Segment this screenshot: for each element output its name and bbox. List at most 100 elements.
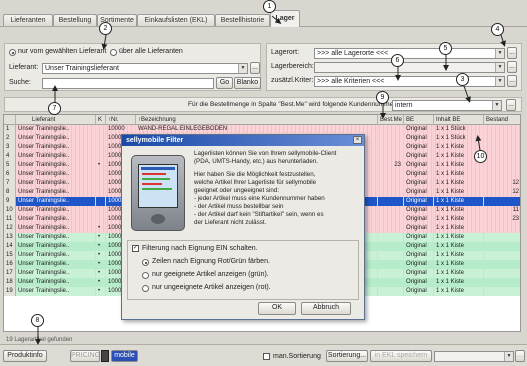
col-header-be[interactable]: BE — [404, 115, 434, 125]
in-ekl-button[interactable]: in EKL speichern — [370, 350, 432, 362]
cell-lieferant: Unser Trainingslie.. — [16, 134, 96, 143]
dialog-text-1: Lagerlisten können Sie von Ihrem sellymo… — [194, 150, 337, 157]
cell-k — [96, 215, 106, 224]
customer-number-more-button[interactable]: ... — [506, 99, 516, 111]
cell-inhalt: 1 x 1 Kiste — [434, 278, 484, 287]
radio-only-unsuitable-label: nur ungeeignete Artikel anzeigen (rot). — [152, 284, 271, 291]
cell-n: 13 — [4, 233, 16, 242]
filter-checkbox[interactable]: ✓ — [132, 245, 139, 252]
tab-bar: Lieferanten Bestellung Sortimente Einkau… — [0, 10, 527, 27]
ekl-more-button[interactable]: ... — [515, 350, 525, 362]
ok-button[interactable]: OK — [258, 302, 296, 315]
cell-k — [96, 170, 106, 179]
kriterien-select[interactable]: >>> alle Kriterien <<< ▼ — [314, 76, 505, 87]
col-header-k[interactable]: K — [96, 115, 106, 125]
cell-n: 7 — [4, 179, 16, 188]
cell-k: • — [96, 233, 106, 242]
cell-best: 23 — [378, 161, 404, 170]
cell-k — [96, 206, 106, 215]
supplier-select[interactable]: Unser Trainingslieferant ▼ — [42, 63, 248, 74]
close-icon[interactable]: × — [353, 136, 362, 144]
cell-n: 5 — [4, 161, 16, 170]
chevron-down-icon: ▼ — [238, 64, 247, 73]
cell-inhalt: 1 x 1 Kiste — [434, 179, 484, 188]
cell-n: 11 — [4, 215, 16, 224]
found-count: 19 Lagerartikel gefunden — [6, 337, 73, 343]
search-input[interactable] — [42, 78, 214, 89]
cell-be: Original — [404, 125, 434, 134]
chevron-down-icon: ▼ — [495, 63, 504, 72]
grid-header: Lieferant K ↑Nr. ↑Bezeichnung Best.Me BE… — [4, 115, 520, 125]
col-header-bezeichnung[interactable]: ↑Bezeichnung — [136, 115, 378, 125]
chevron-down-icon: ▼ — [492, 101, 501, 110]
mobile-button[interactable]: mobile — [111, 350, 138, 362]
dialog-text-3: Hier haben Sie die Möglichkeit festzuste… — [194, 171, 316, 178]
customer-number-value: intern — [395, 102, 413, 109]
radio-color-rows[interactable] — [142, 259, 149, 266]
cell-bestand — [484, 197, 520, 206]
cell-lieferant: Unser Trainingslie.. — [16, 152, 96, 161]
cell-best — [378, 242, 404, 251]
tab-bestellung[interactable]: Bestellung — [53, 14, 97, 26]
location-panel: Lagerort: >>> alle Lagerorte <<< ▼ ... L… — [266, 43, 522, 91]
cell-best — [378, 143, 404, 152]
kriterien-more-button[interactable]: ... — [507, 75, 517, 87]
tab-bestellhistorie[interactable]: Bestellhistorie — [215, 14, 270, 26]
cell-inhalt: 1 x 1 Kiste — [434, 233, 484, 242]
dialog-text-5: geeignet oder ungeeignet sind: — [194, 187, 279, 194]
cell-best — [378, 170, 404, 179]
tab-lager[interactable]: Lager — [270, 10, 300, 27]
cell-best — [378, 278, 404, 287]
cell-k: • — [96, 224, 106, 233]
blanko-button[interactable]: Blanko — [234, 77, 261, 89]
ekl-select[interactable]: ▼ — [434, 351, 514, 362]
filter-group: ✓ Filterung nach Eignung EIN schalten. Z… — [127, 240, 359, 300]
tab-lieferanten[interactable]: Lieferanten — [3, 14, 53, 26]
lagerort-more-button[interactable]: ... — [507, 47, 517, 59]
cell-be: Original — [404, 170, 434, 179]
cell-inhalt: 1 x 1 Kiste — [434, 206, 484, 215]
cell-n: 2 — [4, 134, 16, 143]
col-header-lieferant[interactable]: Lieferant — [16, 115, 96, 125]
cell-lieferant: Unser Trainingslie.. — [16, 224, 96, 233]
col-header-nr[interactable]: ↑Nr. — [106, 115, 136, 125]
cell-n: 8 — [4, 188, 16, 197]
col-header-inhalt[interactable]: Inhalt BE — [434, 115, 484, 125]
cell-lieferant: Unser Trainingslie.. — [16, 188, 96, 197]
table-row[interactable]: 1 Unser Trainingslie.. 10000 WAND-REGAL EIN… — [4, 125, 520, 134]
supplier-label: Lieferant: — [9, 64, 39, 71]
tab-einkaufslisten[interactable]: Einkaufslisten (EKL) — [137, 14, 215, 26]
cell-bestand — [484, 269, 520, 278]
cell-lieferant: Unser Trainingslie.. — [16, 206, 96, 215]
pricing-button[interactable]: PRICING — [70, 350, 100, 362]
radio-only-suitable-label: nur geeignete Artikel anzeigen (grün). — [152, 271, 269, 278]
produktinfo-button[interactable]: Produktinfo — [3, 350, 47, 362]
supplier-more-button[interactable]: ... — [250, 62, 260, 74]
sortierung-button[interactable]: Sortierung... — [326, 350, 368, 362]
radio-only-suitable[interactable] — [142, 272, 149, 279]
customer-number-select[interactable]: intern ▼ — [392, 100, 502, 111]
col-header-bestand[interactable]: Bestand — [484, 115, 520, 125]
cell-best — [378, 206, 404, 215]
cell-k: • — [96, 242, 106, 251]
cell-n: 16 — [4, 260, 16, 269]
cell-k: • — [96, 278, 106, 287]
cell-bestand — [484, 242, 520, 251]
col-header-bestme[interactable]: Best.Me — [378, 115, 404, 125]
cell-best — [378, 251, 404, 260]
cell-bez: WAND-REGAL EINLEGEBODEN — [136, 125, 378, 134]
lagerort-select[interactable]: >>> alle Lagerorte <<< ▼ — [314, 48, 505, 59]
radio-selected-supplier[interactable] — [9, 49, 16, 56]
radio-all-suppliers[interactable] — [110, 49, 117, 56]
lagerbereich-more-button[interactable]: ... — [507, 61, 517, 73]
cell-inhalt: 1 x 1 Kiste — [434, 242, 484, 251]
cell-be: Original — [404, 206, 434, 215]
go-button[interactable]: Go — [216, 77, 233, 89]
radio-only-unsuitable[interactable] — [142, 285, 149, 292]
cell-k: • — [96, 260, 106, 269]
man-sortierung-checkbox[interactable] — [263, 353, 270, 360]
cell-bestand: 23 — [484, 215, 520, 224]
cell-k — [96, 188, 106, 197]
lagerbereich-select[interactable]: ▼ — [314, 62, 505, 73]
abbruch-button[interactable]: Abbruch — [301, 302, 351, 315]
